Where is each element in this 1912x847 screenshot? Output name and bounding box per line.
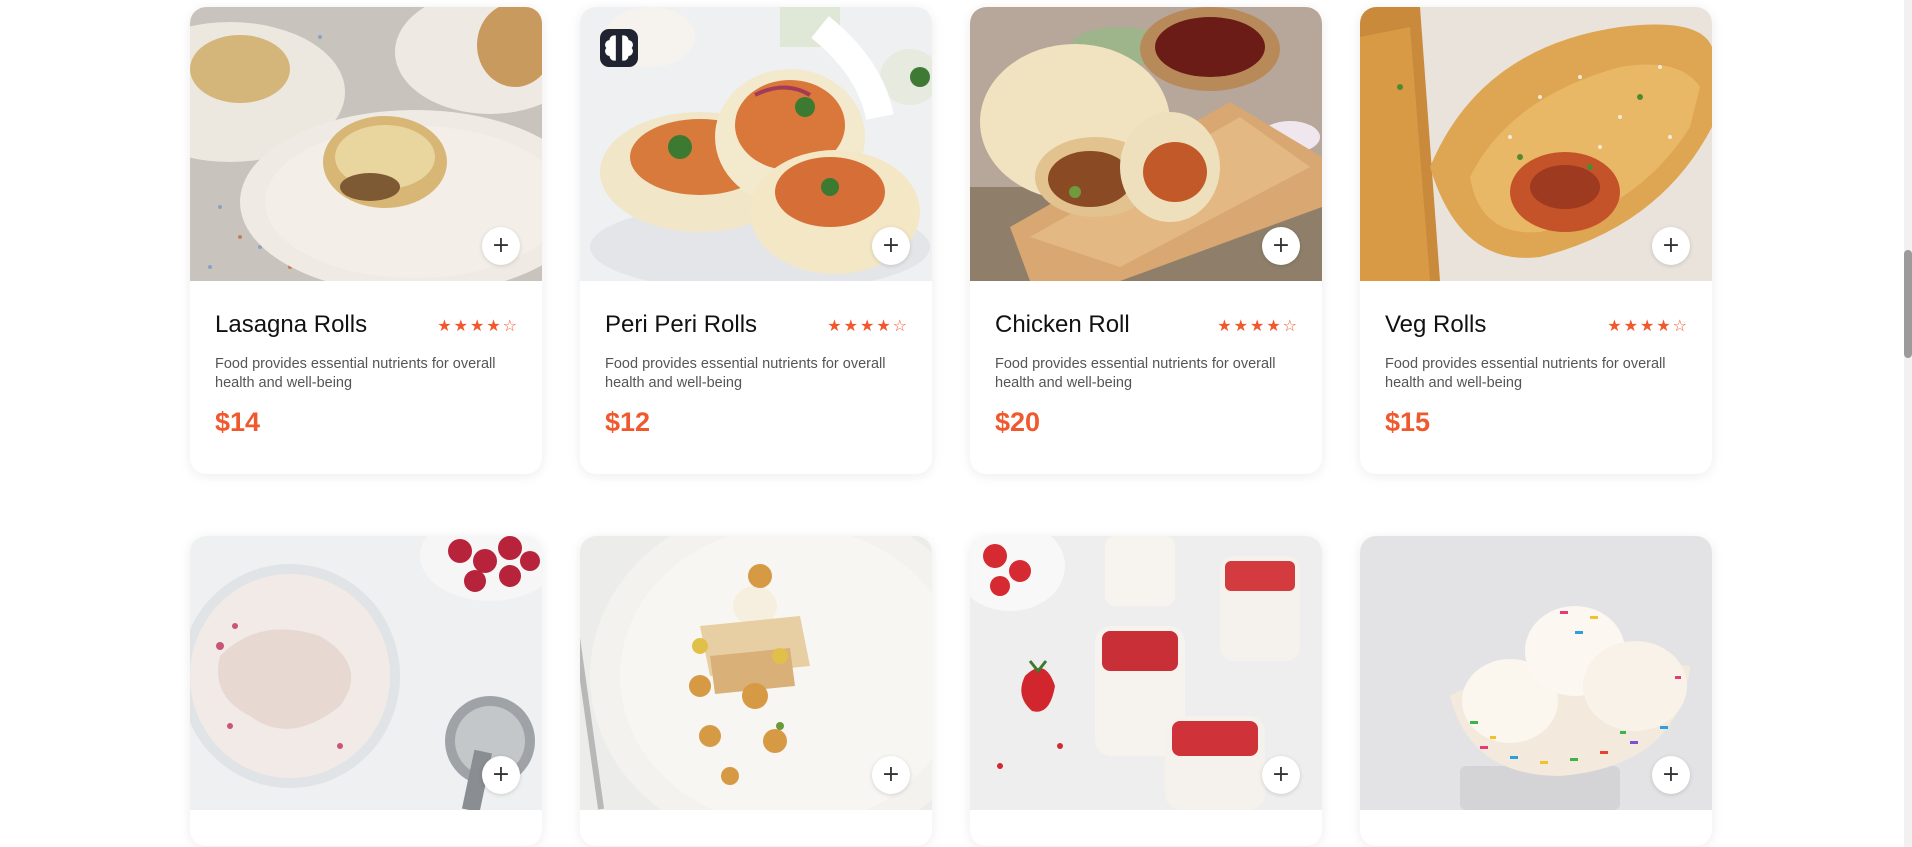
add-to-cart-button[interactable]: +	[1262, 227, 1300, 265]
product-price: $20	[995, 407, 1041, 437]
scrollbar-track[interactable]	[1904, 0, 1912, 847]
product-description: Food provides essential nutrients for ov…	[995, 356, 1276, 391]
star-filled-icon: ★	[486, 315, 502, 335]
card-body: Veg Rolls ★ ★ ★ ★ ☆ Food provides essent…	[1360, 281, 1712, 474]
title-row: Chicken Roll ★ ★ ★ ★ ☆	[995, 311, 1298, 339]
add-to-cart-button[interactable]: +	[1652, 756, 1690, 794]
star-filled-icon: ★	[843, 315, 859, 335]
product-image: +	[1360, 536, 1712, 810]
product-image: +	[1360, 7, 1712, 281]
star-filled-icon: ★	[1266, 315, 1282, 335]
product-price: $15	[1385, 407, 1431, 437]
product-image: +	[190, 536, 542, 810]
title-row: Veg Rolls ★ ★ ★ ★ ☆	[1385, 311, 1688, 339]
star-filled-icon: ★	[453, 315, 469, 335]
product-description: Food provides essential nutrients for ov…	[215, 356, 496, 391]
star-filled-icon: ★	[1217, 315, 1233, 335]
brain-icon[interactable]	[600, 29, 638, 67]
star-filled-icon: ★	[859, 315, 876, 335]
add-to-cart-button[interactable]: +	[482, 756, 520, 794]
product-card[interactable]: + Chicken Roll ★ ★ ★ ★ ☆ Food provides e…	[970, 7, 1322, 474]
product-title: Chicken Roll	[995, 311, 1130, 338]
rating-stars: ★ ★ ★ ★ ☆	[827, 316, 908, 335]
star-filled-icon: ★	[1249, 315, 1266, 335]
star-filled-icon: ★	[437, 315, 453, 335]
product-image: +	[970, 7, 1322, 281]
product-card[interactable]: +	[970, 536, 1322, 846]
product-card[interactable]: +	[1360, 536, 1712, 846]
product-description: Food provides essential nutrients for ov…	[1385, 356, 1666, 391]
add-to-cart-button[interactable]: +	[1262, 756, 1300, 794]
star-outline-icon: ☆	[892, 315, 908, 335]
title-row: Peri Peri Rolls ★ ★ ★ ★ ☆	[605, 311, 908, 339]
product-price: $12	[605, 407, 651, 437]
product-card[interactable]: + Veg Rolls ★ ★ ★ ★ ☆ Food provides esse…	[1360, 7, 1712, 474]
card-body: Chicken Roll ★ ★ ★ ★ ☆ Food provides ess…	[970, 281, 1322, 474]
card-body: Lasagna Rolls ★ ★ ★ ★ ☆ Food provides es…	[190, 281, 542, 474]
rating-stars: ★ ★ ★ ★ ☆	[1607, 316, 1688, 335]
scrollbar-thumb[interactable]	[1904, 250, 1912, 358]
product-title: Peri Peri Rolls	[605, 311, 758, 338]
product-image: +	[190, 7, 542, 281]
star-outline-icon: ☆	[1282, 315, 1298, 335]
add-to-cart-button[interactable]: +	[872, 227, 910, 265]
rating-stars: ★ ★ ★ ★ ☆	[1217, 316, 1298, 335]
add-to-cart-button[interactable]: +	[1652, 227, 1690, 265]
product-card[interactable]: + Peri Peri Rolls ★ ★ ★ ★ ☆ Food provide…	[580, 7, 932, 474]
rating-stars: ★ ★ ★ ★ ☆	[437, 316, 518, 335]
product-image: +	[580, 7, 932, 281]
star-filled-icon: ★	[1639, 315, 1656, 335]
star-filled-icon: ★	[827, 315, 843, 335]
star-filled-icon: ★	[1233, 315, 1249, 335]
product-title: Veg Rolls	[1385, 311, 1487, 338]
star-outline-icon: ☆	[1672, 315, 1688, 335]
product-price: $14	[215, 407, 261, 437]
star-filled-icon: ★	[1656, 315, 1672, 335]
card-body: Peri Peri Rolls ★ ★ ★ ★ ☆ Food provides …	[580, 281, 932, 474]
star-filled-icon: ★	[876, 315, 892, 335]
add-to-cart-button[interactable]: +	[872, 756, 910, 794]
product-image: +	[580, 536, 932, 810]
product-image: +	[970, 536, 1322, 810]
product-card[interactable]: +	[580, 536, 932, 846]
star-filled-icon: ★	[469, 315, 486, 335]
product-card[interactable]: +	[190, 536, 542, 846]
product-title: Lasagna Rolls	[215, 311, 368, 338]
title-row: Lasagna Rolls ★ ★ ★ ★ ☆	[215, 311, 518, 339]
brain-glyph	[605, 35, 633, 61]
add-to-cart-button[interactable]: +	[482, 227, 520, 265]
star-filled-icon: ★	[1607, 315, 1623, 335]
product-description: Food provides essential nutrients for ov…	[605, 356, 886, 391]
product-card[interactable]: + Lasagna Rolls ★ ★ ★ ★ ☆ Food provides …	[190, 7, 542, 474]
product-grid: + Lasagna Rolls ★ ★ ★ ★ ☆ Food provides …	[190, 7, 1712, 846]
star-outline-icon: ☆	[502, 315, 518, 335]
star-filled-icon: ★	[1623, 315, 1639, 335]
menu-page: + Lasagna Rolls ★ ★ ★ ★ ☆ Food provides …	[0, 0, 1912, 847]
